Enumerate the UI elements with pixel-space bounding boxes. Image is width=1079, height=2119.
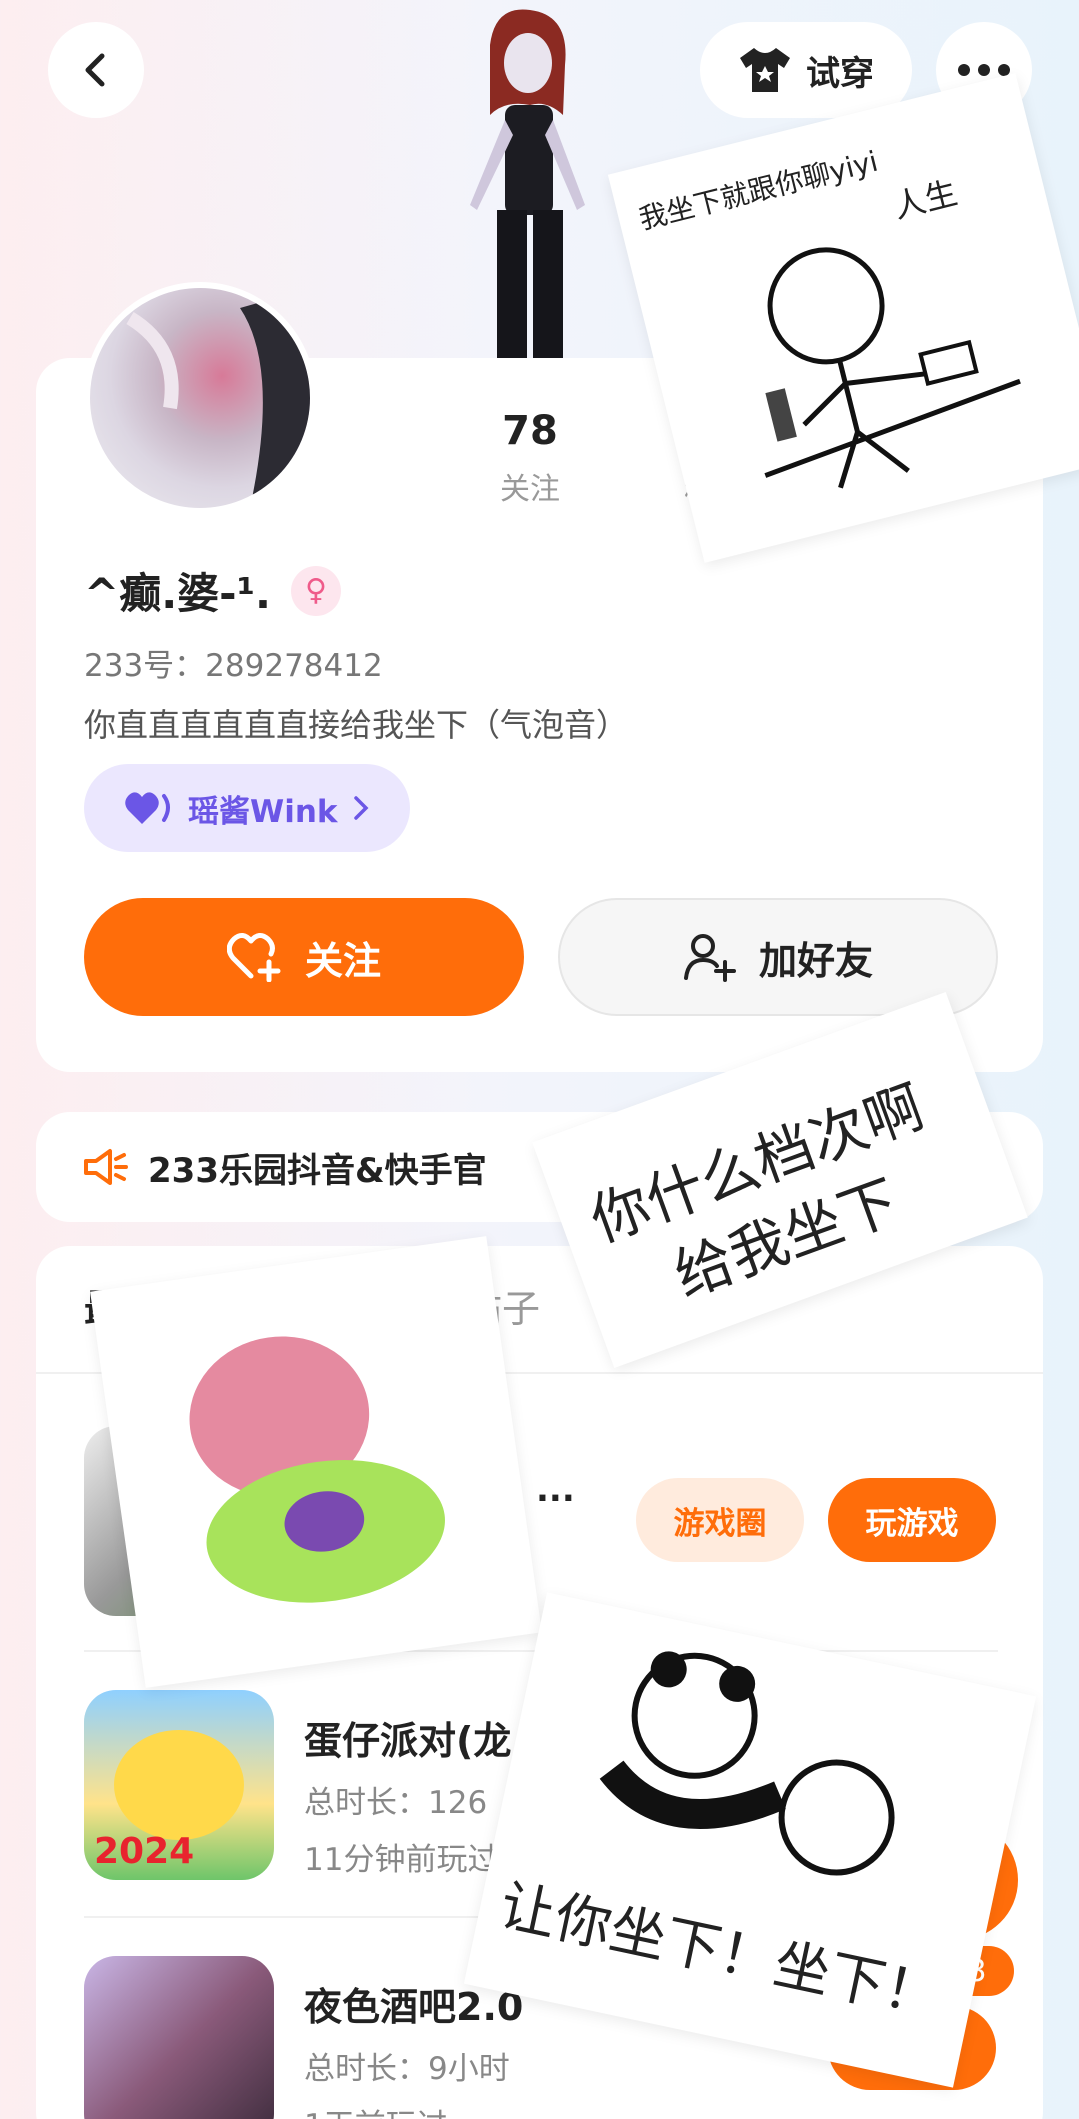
back-button[interactable] (48, 22, 144, 118)
add-friend-label: 加好友 (758, 938, 873, 983)
game-info: 夜色酒吧2.0 总时长：9小时 1天前玩过 (304, 1976, 523, 2119)
game-last-played: 1天前玩过 (304, 2100, 523, 2119)
game-icon-label: 2024 (94, 1831, 195, 1872)
user-id[interactable]: 233号：289278412 (84, 640, 383, 685)
more-icon (958, 64, 1010, 76)
game-title-ellipsis: ... (536, 1470, 575, 1510)
name-row: ^癫.婆-¹. ♀ (84, 560, 341, 621)
chevron-right-icon (353, 796, 368, 820)
sticker-text: 我坐下就跟你聊yiyi (635, 144, 882, 236)
megaphone-icon (84, 1149, 128, 1185)
user-id-value: 289278412 (205, 648, 383, 684)
badge-wink[interactable]: 瑶酱Wink (84, 764, 410, 852)
game-title: 蛋仔派对(龙 (304, 1719, 512, 1763)
stat-following[interactable]: 78 关注 (480, 408, 580, 508)
try-on-button[interactable]: 试穿 (700, 22, 912, 118)
try-on-label: 试穿 (806, 53, 874, 94)
user-bio: 你直直直直直直接给我坐下（气泡音） (84, 706, 629, 744)
following-label: 关注 (500, 472, 560, 507)
female-icon: ♀ (290, 565, 341, 616)
notice-text: 233乐园抖音&快手官 (148, 1150, 487, 1191)
badge-label: 瑶酱Wink (188, 793, 338, 830)
heart-wave-icon (125, 792, 170, 824)
game-playtime: 总时长：126 (304, 1785, 488, 1821)
chevron-left-icon (85, 53, 105, 87)
game-last-played: 11分钟前玩过 (304, 1842, 499, 1878)
game-circle-button[interactable]: 游戏圈 (636, 1478, 804, 1562)
game-icon[interactable]: 2024 (84, 1690, 274, 1880)
following-count: 78 (502, 408, 558, 454)
avatar-character[interactable] (435, 5, 615, 360)
add-person-icon (683, 934, 736, 982)
shirt-icon (740, 48, 790, 92)
play-game-button[interactable]: 玩游戏 (828, 1478, 996, 1562)
avatar[interactable] (84, 282, 316, 514)
user-id-label: 233号： (84, 648, 206, 684)
user-name: ^癫.婆-¹. (84, 569, 271, 618)
follow-button[interactable]: 关注 (84, 898, 524, 1016)
follow-label: 关注 (304, 938, 381, 983)
game-info: 蛋仔派对(龙 总时长：126 11分钟前玩过 (304, 1710, 511, 1879)
heart-plus-icon (226, 933, 281, 982)
meme-sticker-3 (90, 1236, 542, 1688)
game-playtime: 总时长：9小时 (304, 2051, 510, 2087)
game-icon[interactable] (84, 1956, 274, 2119)
